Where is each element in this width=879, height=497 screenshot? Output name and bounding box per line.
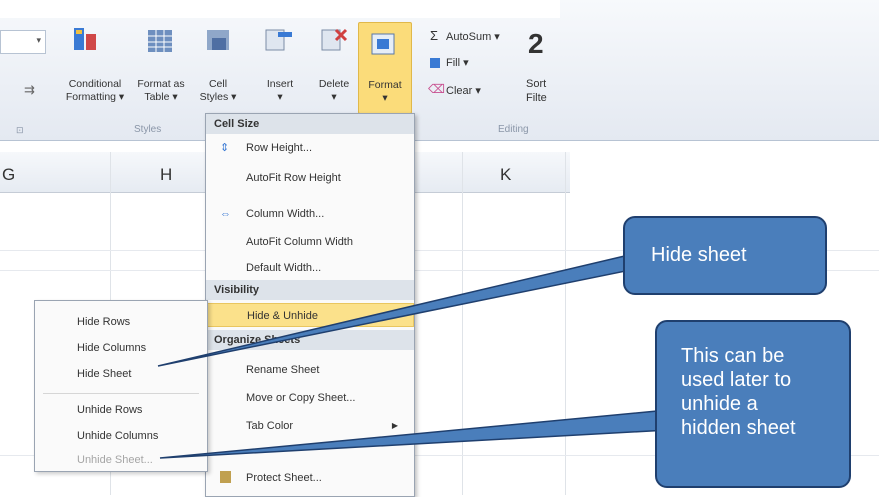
unhide-callout: This can be used later to unhide a hidde… [655,320,851,488]
unhide-callout-line-3: unhide a [681,393,758,415]
unhide-callout-line-1: This can be [681,345,785,367]
unhide-callout-line-2: used later to [681,369,792,391]
hide-sheet-callout: Hide sheet [623,216,827,295]
hide-sheet-callout-text: Hide sheet [651,244,747,266]
unhide-callout-line-4: hidden sheet [681,417,796,439]
hide-sheet-callout-pointer [157,249,651,367]
unhide-callout-pointer [159,409,669,459]
